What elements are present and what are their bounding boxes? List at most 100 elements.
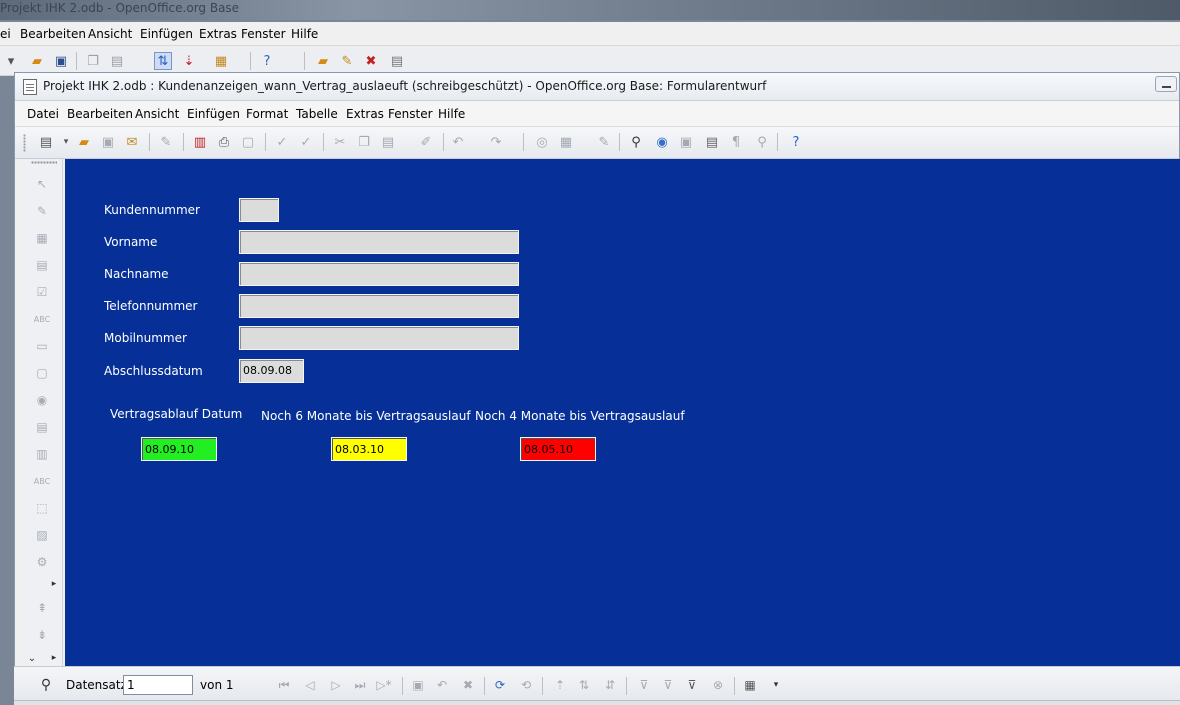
image-control-icon[interactable]: ▨ (33, 526, 51, 544)
rename-icon[interactable]: ▤ (388, 52, 406, 70)
find-icon[interactable]: ⚲ (627, 133, 645, 151)
scroll-up-icon[interactable]: ⇞ (33, 599, 51, 617)
last-record-icon[interactable]: ⏭ (352, 677, 368, 693)
nonprinting-chars-icon[interactable]: ¶ (727, 133, 745, 151)
kundennummer-field[interactable] (239, 198, 279, 222)
design-mode-icon[interactable]: ✎ (33, 202, 51, 220)
redo-icon[interactable]: ↷ (487, 133, 505, 151)
outer-menu-extras[interactable]: Extras (199, 27, 237, 41)
sort-ascending-icon[interactable]: ⇅ (154, 52, 172, 70)
label-field-icon[interactable]: ABC (33, 310, 51, 328)
open-folder-icon[interactable]: ▰ (28, 52, 46, 70)
noch-6-monate-field[interactable]: 08.03.10 (331, 437, 407, 461)
telefonnummer-field[interactable] (239, 294, 519, 318)
noch-4-monate-field[interactable]: 08.05.10 (520, 437, 596, 461)
print-icon[interactable]: ⎙ (215, 133, 233, 151)
save-icon[interactable]: ▣ (99, 133, 117, 151)
menu-tabelle[interactable]: Tabelle (296, 107, 338, 121)
first-record-icon[interactable]: ⏮ (276, 677, 292, 693)
mobilnummer-field[interactable] (239, 326, 519, 350)
wizard-icon[interactable]: ⚙ (33, 553, 51, 571)
minimize-button[interactable] (1155, 76, 1177, 92)
binoculars-icon[interactable]: ⚲ (38, 677, 54, 693)
sort-icon[interactable]: ⇵ (602, 677, 618, 693)
send-mail-icon[interactable]: ✉ (123, 133, 141, 151)
data-sources-icon[interactable]: ▤ (703, 133, 721, 151)
sort-ascending-icon[interactable]: ⇡ (552, 677, 568, 693)
menu-datei[interactable]: Datei (27, 107, 59, 121)
checkbox-icon[interactable]: ☑ (33, 283, 51, 301)
edit-icon[interactable]: ✎ (338, 52, 356, 70)
delete-record-icon[interactable]: ✖ (460, 677, 476, 693)
paste-icon[interactable]: ▤ (379, 133, 397, 151)
outer-menu-file[interactable]: ei (0, 27, 11, 41)
outer-menu-window[interactable]: Fenster (241, 27, 286, 41)
form-icon[interactable]: ▦ (212, 52, 230, 70)
page-preview-icon[interactable]: ▢ (239, 133, 257, 151)
edit-file-icon[interactable]: ▤ (37, 133, 55, 151)
zoom-icon[interactable]: ⚲ (753, 133, 771, 151)
label-icon[interactable]: ABC (33, 472, 51, 490)
next-record-icon[interactable]: ▷ (328, 677, 344, 693)
format-paintbrush-icon[interactable]: ✐ (417, 133, 435, 151)
spellcheck-icon[interactable]: ✓ (273, 133, 291, 151)
text-box-icon[interactable]: ▭ (33, 337, 51, 355)
edit-mode-icon[interactable]: ✎ (157, 133, 175, 151)
help-icon[interactable]: ? (258, 52, 276, 70)
abschlussdatum-field[interactable]: 08.09.08 (239, 359, 304, 383)
outer-menu-view[interactable]: Ansicht (88, 27, 132, 41)
autospell-icon[interactable]: ✓ (297, 133, 315, 151)
refresh-control-icon[interactable]: ⟲ (518, 677, 534, 693)
menu-format[interactable]: Format (246, 107, 288, 121)
outer-menu-help[interactable]: Hilfe (291, 27, 318, 41)
chevron-down-icon[interactable]: ⌄ (23, 649, 41, 667)
combo-box-icon[interactable]: ▥ (33, 445, 51, 463)
hyperlink-icon[interactable]: ◎ (533, 133, 551, 151)
delete-icon[interactable]: ✖ (362, 52, 380, 70)
sort-descending-icon[interactable]: ⇣ (180, 52, 198, 70)
open-folder-icon[interactable]: ▰ (75, 133, 93, 151)
more-arrow-icon[interactable]: ▸ (45, 649, 63, 667)
dropdown-arrow-icon[interactable]: ▾ (2, 52, 20, 70)
menu-einfuegen[interactable]: Einfügen (187, 107, 240, 121)
menu-extras[interactable]: Extras (346, 107, 384, 121)
sort-descending-icon[interactable]: ⇅ (576, 677, 592, 693)
copy-icon[interactable]: ❐ (355, 133, 373, 151)
refresh-icon[interactable]: ⟳ (492, 677, 508, 693)
table-icon[interactable]: ▦ (557, 133, 575, 151)
navigator-icon[interactable]: ◉ (653, 133, 671, 151)
menu-hilfe[interactable]: Hilfe (438, 107, 465, 121)
vertragsablauf-datum-field[interactable]: 08.09.10 (141, 437, 217, 461)
save-record-icon[interactable]: ▣ (410, 677, 426, 693)
toolbar-grip[interactable] (23, 134, 26, 152)
autofilter-icon[interactable]: ⊽ (636, 677, 652, 693)
more-controls-arrow-icon[interactable]: ▸ (45, 575, 63, 593)
outer-menu-edit[interactable]: Bearbeiten (20, 27, 86, 41)
new-record-icon[interactable]: ▷* (376, 677, 392, 693)
remove-filter-icon[interactable]: ⊗ (710, 677, 726, 693)
option-button-icon[interactable]: ◉ (33, 391, 51, 409)
vorname-field[interactable] (239, 230, 519, 254)
group-box-icon[interactable]: ⬚ (33, 499, 51, 517)
apply-filter-icon[interactable]: ⊽ (660, 677, 676, 693)
dropdown-arrow-icon[interactable]: ▾ (57, 133, 75, 151)
dropdown-arrow-icon[interactable]: ▾ (768, 677, 784, 693)
menu-bearbeiten[interactable]: Bearbeiten (67, 107, 133, 121)
list-box-icon[interactable]: ▤ (33, 418, 51, 436)
help-icon[interactable]: ? (787, 133, 805, 151)
cut-icon[interactable]: ✂ (331, 133, 349, 151)
undo-icon[interactable]: ↶ (449, 133, 467, 151)
open-folder-icon[interactable]: ▰ (314, 52, 332, 70)
previous-record-icon[interactable]: ◁ (302, 677, 318, 693)
select-pointer-icon[interactable]: ↖ (33, 175, 51, 193)
form-properties-icon[interactable]: ▤ (33, 256, 51, 274)
scroll-down-icon[interactable]: ⇟ (33, 626, 51, 644)
paste-icon[interactable]: ▤ (108, 52, 126, 70)
toolbar-grip[interactable] (31, 161, 57, 164)
outer-menu-insert[interactable]: Einfügen (140, 27, 193, 41)
copy-icon[interactable]: ❐ (84, 52, 102, 70)
control-properties-icon[interactable]: ▦ (33, 229, 51, 247)
nachname-field[interactable] (239, 262, 519, 286)
draw-icon[interactable]: ✎ (595, 133, 613, 151)
menu-ansicht[interactable]: Ansicht (135, 107, 179, 121)
